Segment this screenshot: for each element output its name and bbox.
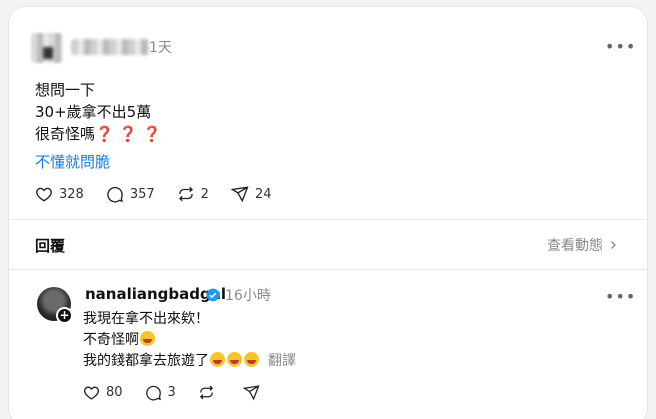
post-line: 很奇怪嗎❓ ❓ ❓ — [35, 123, 162, 145]
reply-time: 16小時 — [225, 288, 271, 304]
reply-line: 我現在拿不出來欸！ — [83, 311, 209, 327]
comment-icon — [107, 186, 123, 203]
share-button[interactable] — [242, 384, 266, 401]
like-count: 80 — [106, 385, 123, 400]
share-button[interactable]: 24 — [230, 185, 272, 203]
repost-count: 2 — [200, 186, 209, 202]
post-actions: 328 357 2 24 — [35, 185, 293, 203]
laughing-emoji — [227, 352, 242, 367]
thread-card: 1天 ••• 想問一下 30+歲拿不出5萬 很奇怪嗎❓ ❓ ❓ 不懂就問脆 32… — [8, 6, 648, 419]
author-avatar-blurred[interactable] — [31, 33, 63, 63]
laughing-emoji — [140, 331, 155, 346]
reply-line: 不奇怪啊 — [83, 330, 296, 351]
repost-icon — [178, 186, 193, 202]
heart-icon — [84, 386, 99, 400]
divider — [9, 269, 647, 270]
author-name-blurred[interactable] — [71, 39, 149, 55]
laughing-emoji — [244, 352, 259, 367]
reply-line-text: 不奇怪啊 — [83, 332, 139, 348]
translate-link[interactable]: 翻譯 — [268, 353, 296, 369]
laughing-emoji — [210, 352, 225, 367]
reply-actions: 80 3 — [83, 384, 288, 401]
heart-icon — [36, 187, 52, 202]
replies-title: 回覆 — [35, 237, 66, 255]
reply-text: 我現在拿不出來欸！ 不奇怪啊 我的錢都拿去旅遊了 翻譯 — [83, 309, 296, 372]
share-icon — [242, 385, 260, 401]
share-count: 24 — [254, 186, 272, 202]
more-icon[interactable]: ••• — [605, 287, 636, 306]
reply-username[interactable]: nanaliangbadgal — [85, 285, 226, 303]
comment-icon — [145, 385, 161, 401]
repost-icon — [199, 385, 213, 400]
reply-line: 我的錢都拿去旅遊了 翻譯 — [83, 351, 296, 372]
repost-button[interactable] — [198, 384, 221, 401]
follow-plus-icon[interactable]: + — [56, 307, 73, 324]
chevron-right-icon — [611, 241, 616, 249]
repost-button[interactable]: 2 — [177, 185, 209, 203]
view-activity-label: 查看動態 — [547, 238, 603, 254]
verified-icon — [206, 288, 220, 302]
like-button[interactable]: 80 — [83, 384, 123, 401]
topic-tag-link[interactable]: 不懂就問脆 — [35, 151, 110, 172]
comment-button[interactable]: 3 — [145, 384, 176, 401]
share-icon — [230, 186, 249, 203]
post-line-text: 很奇怪嗎 — [35, 125, 96, 143]
comment-button[interactable]: 357 — [106, 185, 155, 203]
comment-count: 357 — [129, 186, 155, 202]
post-text: 想問一下 30+歲拿不出5萬 很奇怪嗎❓ ❓ ❓ — [35, 79, 162, 145]
divider — [9, 219, 647, 220]
post-line: 30+歲拿不出5萬 — [35, 103, 152, 121]
reply-line-text: 我的錢都拿去旅遊了 — [83, 353, 209, 369]
like-count: 328 — [59, 186, 84, 202]
post-time: 1天 — [149, 40, 172, 56]
comment-count: 3 — [167, 385, 176, 400]
post-line: 想問一下 — [35, 81, 96, 99]
view-activity-link[interactable]: 查看動態 — [547, 235, 619, 255]
like-button[interactable]: 328 — [35, 185, 84, 203]
more-icon[interactable]: ••• — [605, 37, 636, 56]
question-marks: ❓ ❓ ❓ — [95, 125, 162, 143]
